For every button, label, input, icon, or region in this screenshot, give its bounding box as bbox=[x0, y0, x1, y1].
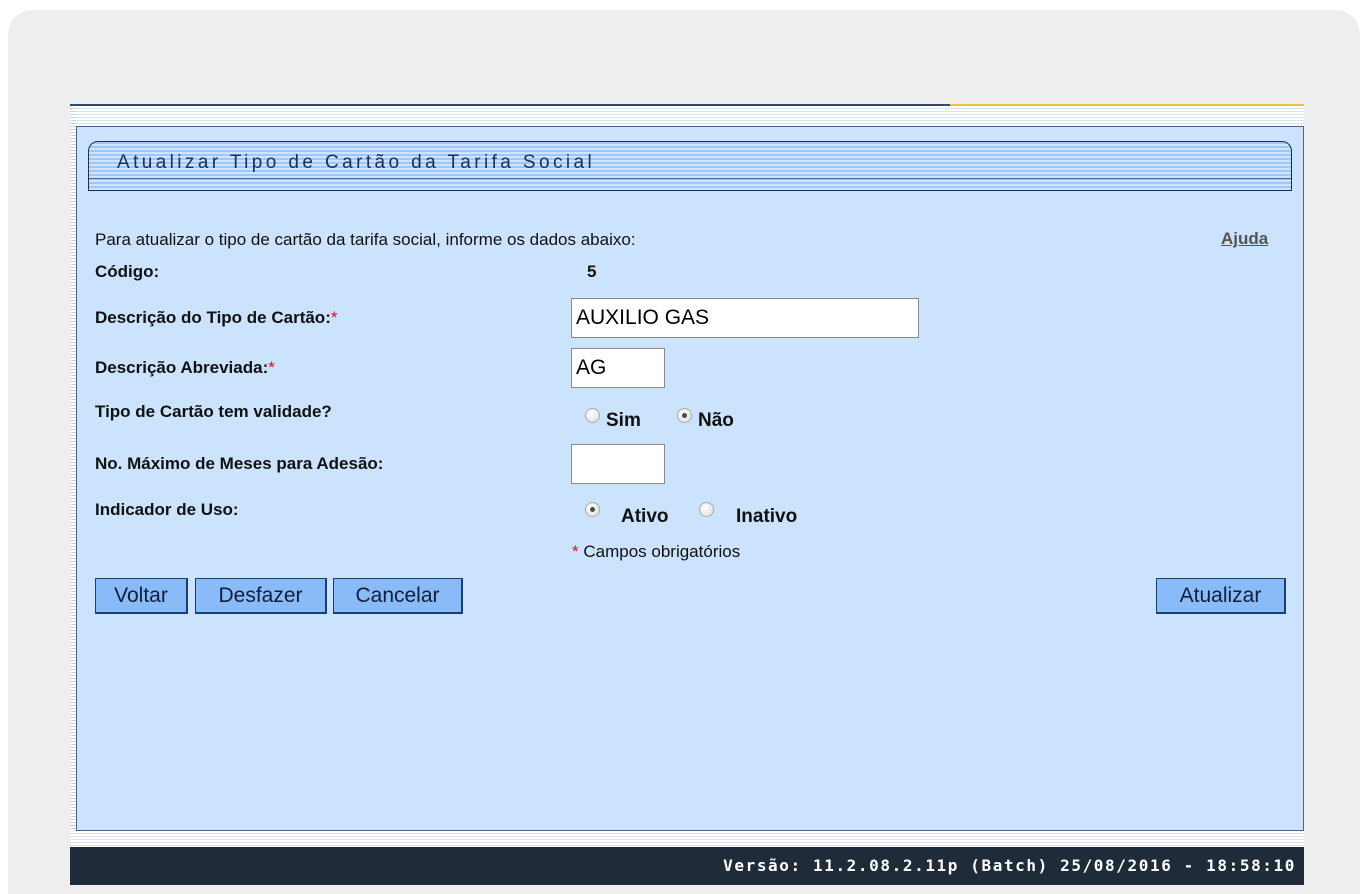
validade-label: Tipo de Cartão tem validade? bbox=[95, 402, 332, 421]
cancelar-button[interactable]: Cancelar bbox=[333, 578, 463, 614]
validade-sim-label: Sim bbox=[606, 410, 641, 431]
striped-header-band bbox=[70, 106, 1304, 126]
required-marker: * bbox=[268, 358, 275, 377]
help-link[interactable]: Ajuda bbox=[1221, 229, 1268, 249]
uso-inativo-radio[interactable] bbox=[699, 502, 714, 517]
meses-input[interactable] bbox=[571, 444, 665, 484]
abreviada-input[interactable] bbox=[571, 348, 665, 388]
version-text: Versão: 11.2.08.2.11p (Batch) 25/08/2016… bbox=[723, 856, 1296, 875]
codigo-value: 5 bbox=[587, 262, 597, 281]
abreviada-label: Descrição Abreviada:* bbox=[95, 358, 275, 377]
descricao-label: Descrição do Tipo de Cartão:* bbox=[95, 308, 338, 327]
required-marker: * bbox=[572, 542, 579, 561]
title-underline bbox=[89, 178, 1291, 179]
required-note: * Campos obrigatórios bbox=[572, 542, 741, 561]
validade-sim-radio[interactable] bbox=[585, 408, 600, 423]
footer-bar: Versão: 11.2.08.2.11p (Batch) 25/08/2016… bbox=[70, 847, 1304, 885]
meses-label: No. Máximo de Meses para Adesão: bbox=[95, 454, 384, 473]
validade-nao-label: Não bbox=[698, 410, 734, 431]
uso-ativo-radio[interactable] bbox=[585, 502, 600, 517]
striped-footer-band bbox=[70, 831, 1304, 847]
page-title-tab: Atualizar Tipo de Cartão da Tarifa Socia… bbox=[88, 141, 1292, 191]
voltar-button[interactable]: Voltar bbox=[95, 578, 188, 614]
codigo-label: Código: bbox=[95, 262, 160, 281]
uso-inativo-label: Inativo bbox=[736, 506, 798, 527]
instructions-text: Para atualizar o tipo de cartão da tarif… bbox=[95, 230, 636, 249]
descricao-input[interactable] bbox=[571, 298, 919, 338]
desfazer-button[interactable]: Desfazer bbox=[195, 578, 327, 614]
uso-ativo-label: Ativo bbox=[621, 506, 669, 527]
atualizar-button[interactable]: Atualizar bbox=[1156, 578, 1286, 614]
page-title: Atualizar Tipo de Cartão da Tarifa Socia… bbox=[117, 152, 596, 173]
uso-label: Indicador de Uso: bbox=[95, 500, 239, 519]
validade-nao-radio[interactable] bbox=[677, 408, 692, 423]
required-marker: * bbox=[330, 308, 338, 327]
